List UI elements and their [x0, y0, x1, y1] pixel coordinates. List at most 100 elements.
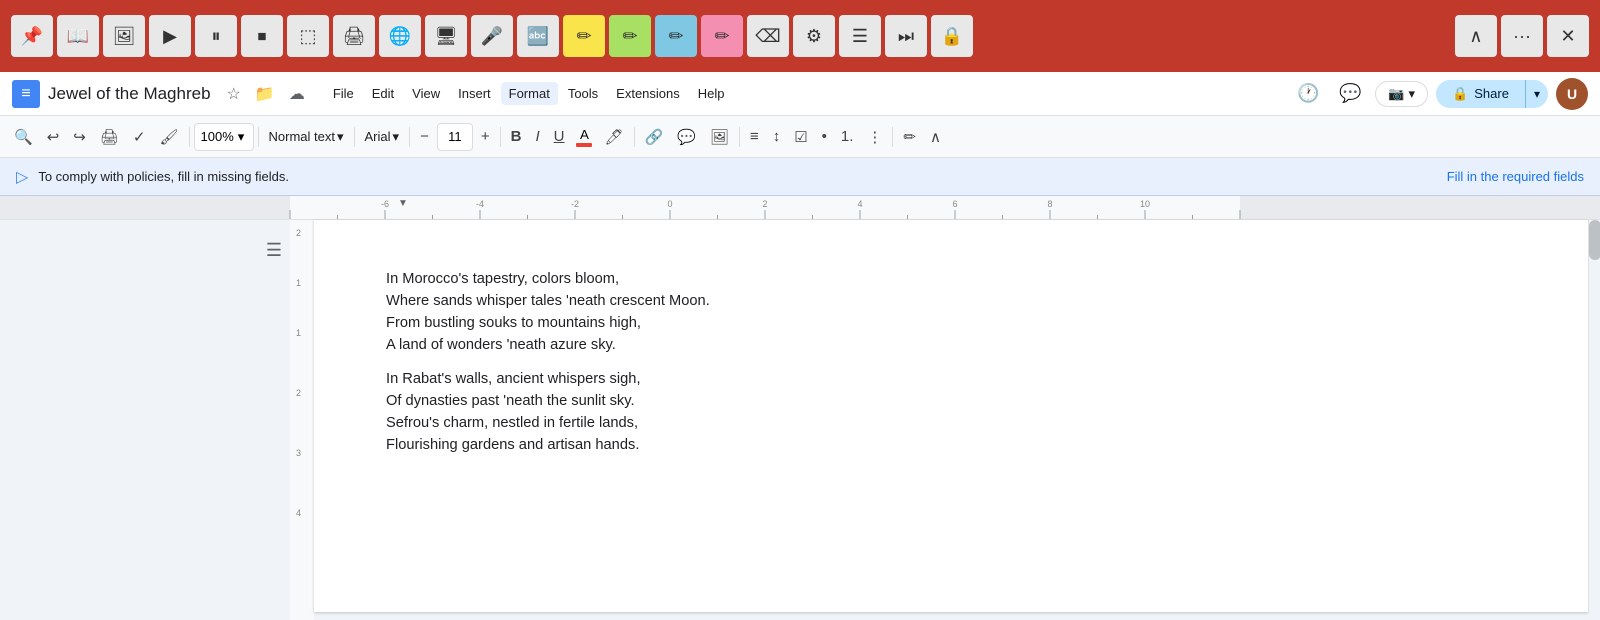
pen-blue-icon[interactable]: ✏ [655, 15, 697, 57]
pause-icon[interactable]: ⏸ [195, 15, 237, 57]
pen-green-icon[interactable]: ✏ [609, 15, 651, 57]
play-icon[interactable]: ▶ [149, 15, 191, 57]
meet-button[interactable]: 📷 ▾ [1375, 81, 1428, 107]
search-btn[interactable]: 🔍 [8, 122, 39, 152]
font-increase-btn[interactable]: + [475, 122, 496, 152]
camera-icon: 📷 [1388, 86, 1404, 102]
stop-icon[interactable]: ⏹ [241, 15, 283, 57]
settings-icon[interactable]: ⚙ [793, 15, 835, 57]
image-inline-btn[interactable]: 🖼 [704, 122, 735, 152]
divider-3 [354, 127, 355, 147]
checklist-btn[interactable]: ☑ [788, 122, 813, 152]
globe-icon[interactable]: 🌐 [379, 15, 421, 57]
line-0-2: From bustling souks to mountains high, [386, 312, 1516, 334]
collapse-toolbar-btn[interactable]: ∧ [924, 122, 947, 152]
menu-bar: FileEditViewInsertFormatToolsExtensionsH… [325, 82, 733, 105]
select-icon[interactable]: ⬚ [287, 15, 329, 57]
left-panel: ☰ [0, 220, 290, 612]
menu-help[interactable]: Help [690, 82, 733, 105]
text-color-bar [576, 143, 592, 147]
font-selector[interactable]: Arial ▾ [359, 122, 406, 152]
close-icon[interactable]: ✕ [1547, 15, 1589, 57]
top-toolbar: 📌📖🖼▶⏸⏹⬚🖨🌐🖥🎤🔤✏✏✏✏⌫⚙☰⏭🔒 ∧···✕ [0, 0, 1600, 72]
comment-icon[interactable]: 💬 [1333, 77, 1367, 111]
image-icon[interactable]: 🖼 [103, 15, 145, 57]
comment-inline-btn[interactable]: 💬 [671, 122, 702, 152]
banner-link[interactable]: Fill in the required fields [1447, 169, 1584, 184]
pen-pink-icon[interactable]: ✏ [701, 15, 743, 57]
line-1-2: Sefrou's charm, nestled in fertile lands… [386, 412, 1516, 434]
bold-btn[interactable]: B [505, 122, 528, 152]
undo-btn[interactable]: ↩ [41, 122, 66, 152]
bullet-list-btn[interactable]: • [816, 122, 833, 152]
history-icon[interactable]: 🕐 [1291, 77, 1325, 111]
next-icon[interactable]: ⏭ [885, 15, 927, 57]
print-btn[interactable]: 🖨 [94, 122, 125, 152]
monitor-icon[interactable]: 🖥 [425, 15, 467, 57]
paint-format-btn[interactable]: 🖌 [153, 122, 184, 152]
svg-text:-6: -6 [381, 199, 389, 209]
mic-icon[interactable]: 🎤 [471, 15, 513, 57]
highlight-btn[interactable]: 🖊 [598, 122, 629, 152]
divider-5 [500, 127, 501, 147]
divider-6 [634, 127, 635, 147]
svg-text:10: 10 [1140, 199, 1150, 209]
move-icon[interactable]: 📁 [251, 82, 279, 106]
indent-marker: ▼ [398, 198, 408, 209]
edit-mode-btn[interactable]: ✏ [897, 122, 922, 152]
doc-content: In Morocco's tapestry, colors bloom,Wher… [386, 268, 1516, 456]
numbered-list-btn[interactable]: 1. [835, 122, 860, 152]
line-0-3: A land of wonders 'neath azure sky. [386, 334, 1516, 356]
list-icon[interactable]: ☰ [839, 15, 881, 57]
zoom-selector[interactable]: 100% ▾ [194, 123, 254, 151]
menu-insert[interactable]: Insert [450, 82, 499, 105]
doc-title: Jewel of the Maghreb [48, 84, 211, 104]
cloud-icon[interactable]: ☁ [285, 82, 309, 106]
underline-btn[interactable]: U [548, 122, 571, 152]
line-1-3: Flourishing gardens and artisan hands. [386, 434, 1516, 456]
menu-edit[interactable]: Edit [364, 82, 402, 105]
menu-view[interactable]: View [404, 82, 448, 105]
book-icon[interactable]: 📖 [57, 15, 99, 57]
link-btn[interactable]: 🔗 [639, 122, 670, 152]
svg-text:2: 2 [762, 199, 767, 209]
pin-icon[interactable]: 📌 [11, 15, 53, 57]
svg-text:-4: -4 [476, 199, 484, 209]
print-icon[interactable]: 🖨 [333, 15, 375, 57]
text-color-btn[interactable]: A [572, 125, 596, 149]
scrollbar-thumb[interactable] [1589, 220, 1600, 260]
font-size-box[interactable]: 11 [437, 123, 473, 151]
outline-icon[interactable]: ☰ [266, 240, 282, 261]
line-1-0: In Rabat's walls, ancient whispers sigh, [386, 368, 1516, 390]
menu-extensions[interactable]: Extensions [608, 82, 688, 105]
redo-btn[interactable]: ↪ [67, 122, 92, 152]
format-toolbar: 🔍 ↩ ↪ 🖨 ✓ 🖌 100% ▾ Normal text ▾ Arial ▾… [0, 116, 1600, 158]
more-format-btn[interactable]: ⋮ [861, 122, 888, 152]
spellcheck-btn[interactable]: ✓ [127, 122, 152, 152]
lock-icon[interactable]: 🔒 [931, 15, 973, 57]
share-button[interactable]: 🔒 Share [1436, 80, 1525, 108]
font-decrease-btn[interactable]: − [414, 122, 435, 152]
menu-file[interactable]: File [325, 82, 362, 105]
right-scrollbar[interactable] [1588, 220, 1600, 612]
doc-page: In Morocco's tapestry, colors bloom,Wher… [314, 220, 1588, 612]
style-selector[interactable]: Normal text ▾ [263, 122, 350, 152]
menu-tools[interactable]: Tools [560, 82, 606, 105]
star-icon[interactable]: ☆ [223, 82, 245, 106]
line-spacing-btn[interactable]: ↕ [767, 122, 787, 152]
italic-btn[interactable]: I [529, 122, 545, 152]
translate-icon[interactable]: 🔤 [517, 15, 559, 57]
share-dropdown[interactable]: ▾ [1525, 80, 1548, 108]
line-1-1: Of dynasties past 'neath the sunlit sky. [386, 390, 1516, 412]
more-icon[interactable]: ··· [1501, 15, 1543, 57]
pen-yellow-icon[interactable]: ✏ [563, 15, 605, 57]
eraser-icon[interactable]: ⌫ [747, 15, 789, 57]
menu-format[interactable]: Format [501, 82, 558, 105]
docs-logo: ≡ [12, 80, 40, 108]
divider-4 [409, 127, 410, 147]
divider-7 [739, 127, 740, 147]
meet-dropdown-icon: ▾ [1409, 86, 1416, 102]
collapse-icon[interactable]: ∧ [1455, 15, 1497, 57]
lock-small-icon: 🔒 [1452, 86, 1468, 102]
align-btn[interactable]: ≡ [744, 122, 765, 152]
